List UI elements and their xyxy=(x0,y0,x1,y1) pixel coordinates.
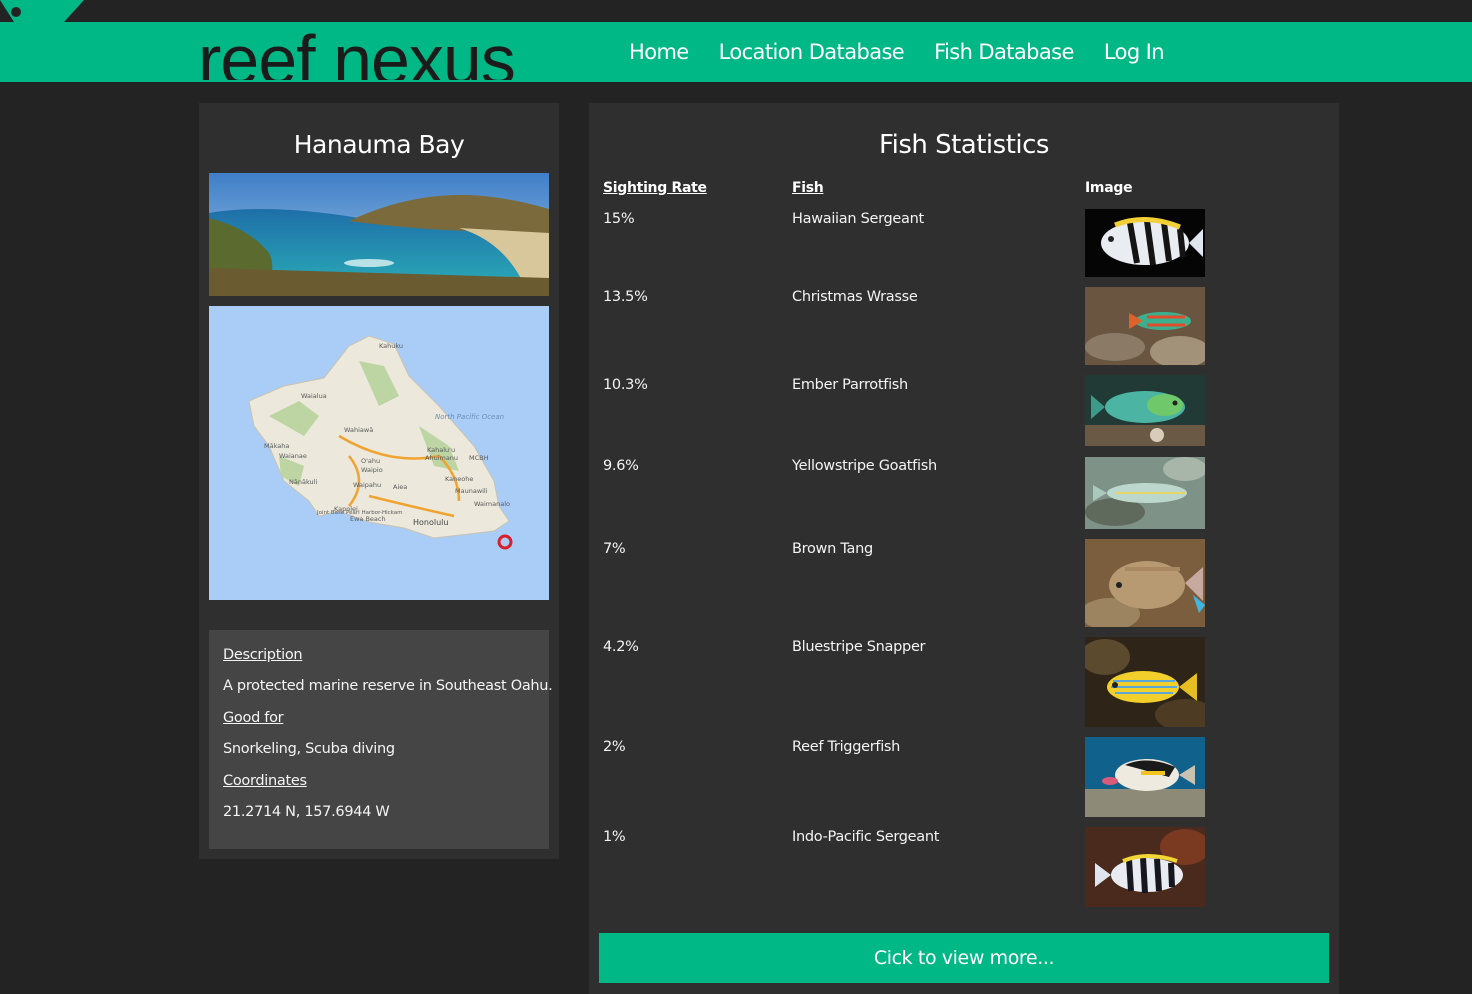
map-label: Waipio xyxy=(361,466,383,474)
row-rate: 7% xyxy=(603,541,626,557)
map-label: Aiea xyxy=(393,483,407,491)
fish-logo-icon xyxy=(0,0,84,22)
header-image: Image xyxy=(1085,180,1133,196)
row-fish-name[interactable]: Bluestripe Snapper xyxy=(792,639,926,655)
row-rate: 4.2% xyxy=(603,639,639,655)
main-nav: Home Location Database Fish Database Log… xyxy=(614,22,1179,82)
map-label: Maunawili xyxy=(455,487,488,495)
navbar: reef nexus Home Location Database Fish D… xyxy=(0,20,1472,82)
row-rate: 9.6% xyxy=(603,458,639,474)
map-label: Kaneohe xyxy=(445,475,473,483)
row-fish-name[interactable]: Yellowstripe Goatfish xyxy=(792,458,937,474)
reef-triggerfish-image[interactable] xyxy=(1085,737,1205,817)
row-rate: 1% xyxy=(603,829,626,845)
map-label: Waialua xyxy=(301,392,327,400)
map-label: Waianae xyxy=(279,452,307,460)
row-rate: 2% xyxy=(603,739,626,755)
good-for-label: Good for xyxy=(223,710,284,726)
map-label: Nānākuli xyxy=(289,478,317,486)
coordinates-label: Coordinates xyxy=(223,773,307,789)
nav-fish-database[interactable]: Fish Database xyxy=(919,40,1089,64)
view-more-button[interactable]: Cick to view more... xyxy=(599,933,1329,983)
top-strip xyxy=(0,0,1472,22)
map-label: Waipahu xyxy=(353,481,381,489)
row-fish-name[interactable]: Hawaiian Sergeant xyxy=(792,211,924,227)
map-label: Kahuku xyxy=(379,342,403,350)
yellowstripe-goatfish-image[interactable] xyxy=(1085,457,1205,529)
location-panel: Hanauma Bay Kahuku Waialua Wahiawā O'ahu… xyxy=(199,103,559,859)
row-rate: 15% xyxy=(603,211,635,227)
indo-pacific-sergeant-image[interactable] xyxy=(1085,827,1205,907)
coordinates-text: 21.2714 N, 157.6944 W xyxy=(223,804,390,820)
fish-stats-panel: Fish Statistics Sighting Rate Fish Image… xyxy=(589,103,1339,994)
map-label: Wahiawā xyxy=(344,426,373,434)
description-label: Description xyxy=(223,647,303,663)
map-label: Kahalu'u xyxy=(427,446,455,454)
location-info: Description A protected marine reserve i… xyxy=(209,630,553,849)
nav-home[interactable]: Home xyxy=(614,40,704,64)
good-for-text: Snorkeling, Scuba diving xyxy=(223,741,395,757)
nav-log-in[interactable]: Log In xyxy=(1089,40,1179,64)
location-title: Hanauma Bay xyxy=(293,130,465,159)
map-label: Kapolei xyxy=(334,505,358,513)
row-fish-name[interactable]: Brown Tang xyxy=(792,541,873,557)
map-label: O'ahu xyxy=(361,457,380,465)
map-label: MCBH xyxy=(469,454,489,462)
row-rate: 10.3% xyxy=(603,377,648,393)
brand-logo[interactable]: reef nexus xyxy=(198,20,515,80)
header-sighting-rate[interactable]: Sighting Rate xyxy=(603,180,707,196)
brown-tang-image[interactable] xyxy=(1085,539,1205,627)
row-rate: 13.5% xyxy=(603,289,648,305)
map-label: Honolulu xyxy=(413,518,448,527)
stats-title: Fish Statistics xyxy=(879,130,1049,160)
row-fish-name[interactable]: Ember Parrotfish xyxy=(792,377,908,393)
map-label: Ahuimanu xyxy=(425,454,458,462)
row-fish-name[interactable]: Reef Triggerfish xyxy=(792,739,900,755)
description-text: A protected marine reserve in Southeast … xyxy=(223,678,553,694)
location-photo xyxy=(209,173,549,296)
map-label: Ewa Beach xyxy=(350,515,386,523)
row-fish-name[interactable]: Christmas Wrasse xyxy=(792,289,918,305)
bluestripe-snapper-image[interactable] xyxy=(1085,637,1205,727)
christmas-wrasse-image[interactable] xyxy=(1085,287,1205,365)
ember-parrotfish-image[interactable] xyxy=(1085,375,1205,446)
map-label: Mākaha xyxy=(264,442,289,450)
map-ocean-label: North Pacific Ocean xyxy=(435,413,504,421)
header-fish[interactable]: Fish xyxy=(792,180,824,196)
location-map[interactable]: Kahuku Waialua Wahiawā O'ahu Waipio Māka… xyxy=(209,306,549,600)
nav-location-database[interactable]: Location Database xyxy=(704,40,920,64)
row-fish-name[interactable]: Indo-Pacific Sergeant xyxy=(792,829,939,845)
map-label: Waimanalo xyxy=(474,500,510,508)
hawaiian-sergeant-image[interactable] xyxy=(1085,209,1205,277)
